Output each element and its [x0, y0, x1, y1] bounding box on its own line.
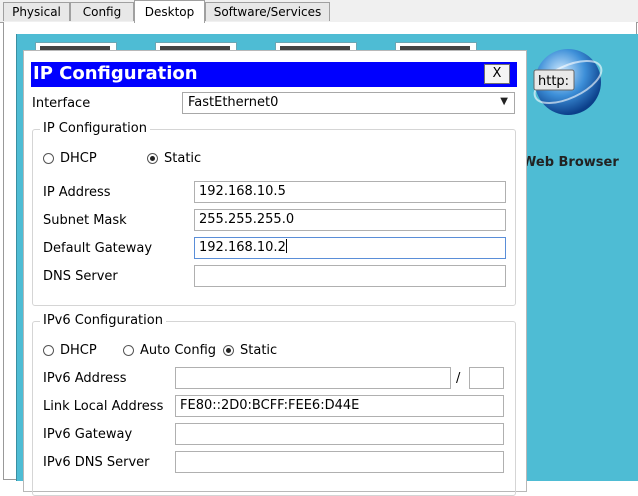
- subnet-mask-label: Subnet Mask: [43, 213, 127, 228]
- tab-physical[interactable]: Physical: [3, 2, 70, 21]
- ipv6-auto-config-label: Auto Config: [140, 343, 217, 358]
- dns-server-input[interactable]: [194, 265, 506, 287]
- interface-select[interactable]: FastEthernet0 ▼: [182, 92, 515, 114]
- ip-configuration-dialog: IP Configuration X Interface FastEtherne…: [23, 50, 527, 496]
- dns-server-label: DNS Server: [43, 269, 118, 284]
- ipv6-dns-server-label: IPv6 DNS Server: [43, 455, 150, 470]
- web-icon-text: http:: [538, 74, 569, 89]
- ip-address-input[interactable]: 192.168.10.5: [194, 181, 506, 203]
- dialog-titlebar[interactable]: IP Configuration X: [31, 62, 517, 87]
- web-browser-icon[interactable]: http:: [526, 44, 606, 124]
- radio-checked-icon: [147, 153, 158, 164]
- ipv6-static-radio[interactable]: Static: [223, 343, 277, 358]
- ipv6-static-label: Static: [240, 343, 278, 358]
- tab-software-services[interactable]: Software/Services: [205, 2, 330, 21]
- radio-unchecked-icon: [43, 153, 54, 164]
- ipv4-dhcp-radio[interactable]: DHCP: [43, 151, 97, 166]
- ipv6-address-label: IPv6 Address: [43, 371, 127, 386]
- tab-strip: Physical Config Desktop Software/Service…: [0, 0, 638, 23]
- web-browser-label[interactable]: Web Browser: [522, 155, 619, 170]
- default-gateway-value: 192.168.10.2: [199, 240, 286, 255]
- dialog-title: IP Configuration: [33, 63, 198, 84]
- ipv6-group-legend: IPv6 Configuration: [40, 313, 166, 328]
- radio-unchecked-icon: [43, 345, 54, 356]
- ipv6-dhcp-radio[interactable]: DHCP: [43, 343, 97, 358]
- ipv6-gateway-input[interactable]: [175, 423, 504, 445]
- ipv4-config-group: IP Configuration DHCP Static IP Address …: [32, 121, 516, 306]
- interface-value: FastEthernet0: [188, 95, 279, 110]
- ipv6-config-group: IPv6 Configuration DHCP Auto Config Stat…: [32, 313, 516, 496]
- link-local-address-label: Link Local Address: [43, 399, 164, 414]
- tab-desktop[interactable]: Desktop: [134, 0, 205, 23]
- tab-config[interactable]: Config: [70, 2, 134, 21]
- default-gateway-input[interactable]: 192.168.10.2: [194, 237, 506, 259]
- ipv4-static-label: Static: [164, 151, 202, 166]
- ipv6-gateway-label: IPv6 Gateway: [43, 427, 133, 442]
- ipv6-auto-config-radio[interactable]: Auto Config: [123, 343, 216, 358]
- text-caret: [285, 239, 287, 253]
- ipv6-prefix-length-input[interactable]: [469, 367, 504, 389]
- close-button[interactable]: X: [484, 64, 510, 84]
- ipv4-static-radio[interactable]: Static: [147, 151, 201, 166]
- ipv4-group-legend: IP Configuration: [40, 121, 150, 136]
- ipv4-dhcp-label: DHCP: [60, 151, 97, 166]
- prefix-separator: /: [456, 371, 461, 386]
- radio-unchecked-icon: [123, 345, 134, 356]
- link-local-address-input[interactable]: FE80::2D0:BCFF:FEE6:D44E: [175, 395, 504, 417]
- ipv6-address-input[interactable]: [175, 367, 451, 389]
- ipv6-dhcp-label: DHCP: [60, 343, 97, 358]
- chevron-down-icon: ▼: [500, 96, 508, 107]
- interface-label: Interface: [32, 96, 91, 111]
- radio-checked-icon: [223, 345, 234, 356]
- subnet-mask-input[interactable]: 255.255.255.0: [194, 209, 506, 231]
- ipv6-dns-server-input[interactable]: [175, 451, 504, 473]
- ip-address-label: IP Address: [43, 185, 111, 200]
- default-gateway-label: Default Gateway: [43, 241, 153, 256]
